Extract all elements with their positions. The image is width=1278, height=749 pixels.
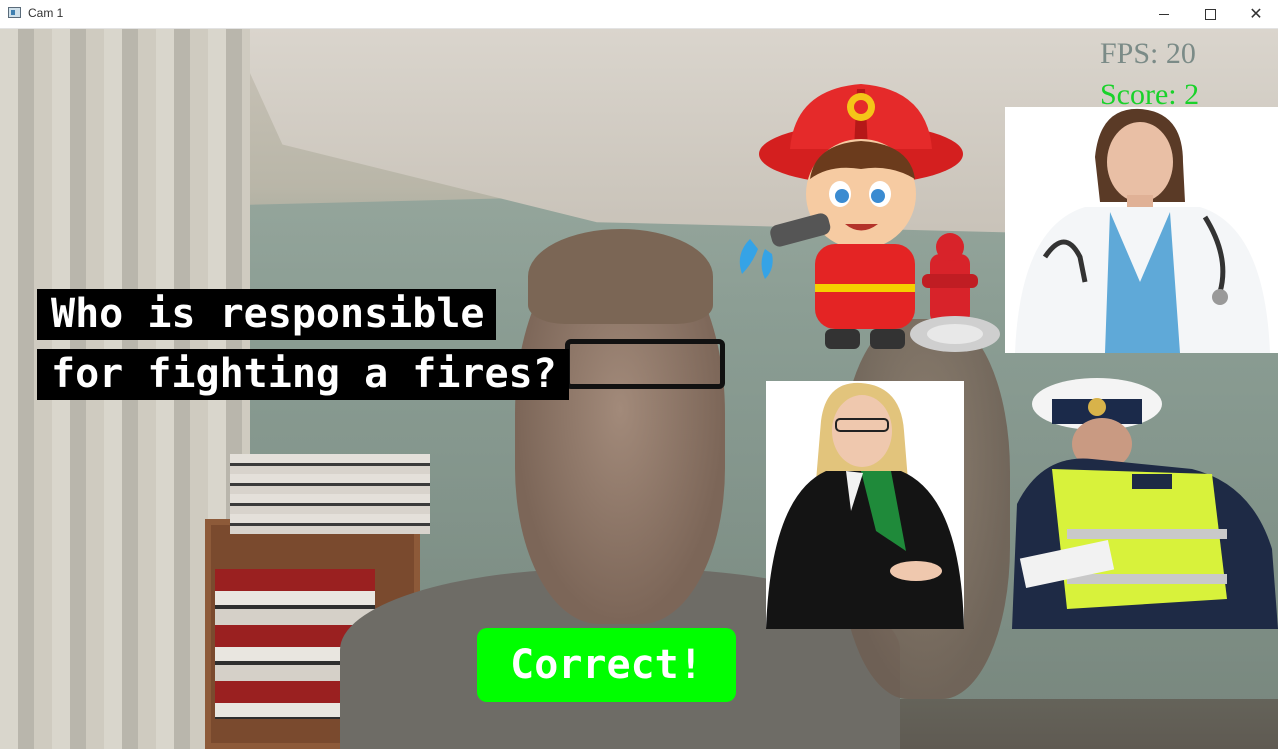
app-icon <box>8 7 21 18</box>
minimize-icon <box>1159 13 1169 15</box>
window-title: Cam 1 <box>28 6 64 20</box>
answer-police[interactable] <box>1012 359 1278 629</box>
maximize-icon <box>1204 8 1216 20</box>
score-counter: Score: 2 <box>1100 78 1200 111</box>
question-line-1: Who is responsible <box>37 289 497 340</box>
lawyer-photo <box>766 381 964 629</box>
maximize-button[interactable] <box>1187 0 1233 28</box>
person-glasses <box>565 339 725 389</box>
firefighter-cartoon-image <box>739 84 1000 352</box>
close-icon: ✕ <box>1249 4 1263 23</box>
answer-lawyer[interactable] <box>766 381 964 629</box>
window-titlebar: Cam 1 ✕ <box>0 0 1278 29</box>
fps-counter: FPS: 20 <box>1100 37 1196 70</box>
result-text: Correct! <box>510 642 703 688</box>
answer-firefighter[interactable] <box>730 79 1005 354</box>
police-officer-photo <box>1012 378 1278 629</box>
person-hair <box>528 229 713 324</box>
result-badge: Correct! <box>477 628 736 702</box>
camera-feed: FPS: 20 Score: 2 Who is responsible for … <box>0 29 1278 749</box>
bookshelf-books-top <box>230 454 430 534</box>
answer-doctor[interactable] <box>1005 107 1278 353</box>
close-button[interactable]: ✕ <box>1233 0 1278 28</box>
doctor-photo <box>1005 107 1278 353</box>
minimize-button[interactable] <box>1141 0 1187 28</box>
question-line-2: for fighting a fires? <box>37 349 569 400</box>
